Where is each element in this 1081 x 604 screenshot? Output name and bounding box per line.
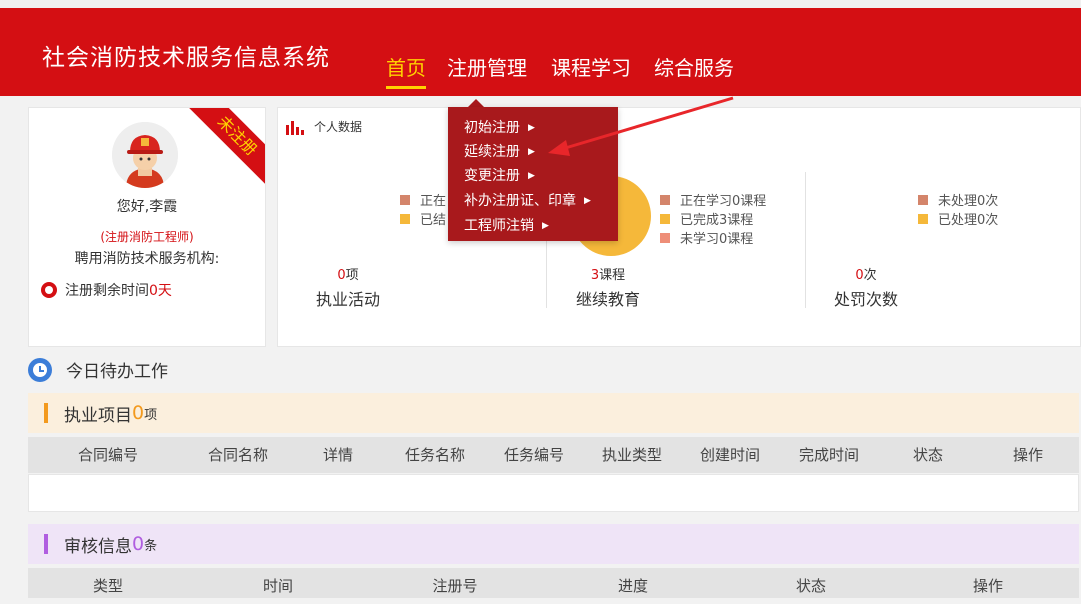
todo-title: 今日待办工作 <box>66 362 168 382</box>
column-header: 任务编号 <box>503 446 564 464</box>
review-info-bar: 审核信息 0 条 <box>28 524 1079 564</box>
column-header: 状态 <box>795 577 826 595</box>
column-header: 详情 <box>322 446 353 464</box>
todo-header: 今日待办工作 <box>28 357 168 382</box>
section-accent <box>44 534 48 554</box>
practice-projects-unit: 项 <box>144 407 158 423</box>
alarm-clock-icon <box>28 357 52 382</box>
practice-projects-bar: 执业项目 0 项 <box>28 393 1079 433</box>
column-header: 类型 <box>92 577 123 595</box>
column-header: 创建时间 <box>699 446 760 464</box>
column-header: 注册号 <box>432 577 478 595</box>
review-info-table-header: 类型 时间 注册号 进度 状态 操作 <box>28 568 1079 598</box>
column-header: 任务名称 <box>404 446 465 464</box>
practice-projects-count: 0 <box>132 402 145 424</box>
column-header: 合同名称 <box>207 446 268 464</box>
column-header: 操作 <box>1012 446 1043 464</box>
review-info-label: 审核信息 <box>64 536 132 557</box>
column-header: 合同编号 <box>77 446 138 464</box>
column-header: 操作 <box>972 577 1003 595</box>
column-header: 状态 <box>912 446 943 464</box>
column-header: 时间 <box>262 577 293 595</box>
section-accent <box>44 403 48 423</box>
column-header: 进度 <box>617 577 648 595</box>
practice-projects-table-header: 合同编号 合同名称 详情 任务名称 任务编号 执业类型 创建时间 完成时间 状态… <box>28 437 1079 473</box>
practice-projects-label: 执业项目 <box>64 405 132 426</box>
column-header: 完成时间 <box>798 446 859 464</box>
review-info-unit: 条 <box>144 538 158 554</box>
review-info-count: 0 <box>132 533 145 555</box>
practice-projects-table-body <box>28 474 1079 512</box>
column-header: 执业类型 <box>601 446 662 464</box>
